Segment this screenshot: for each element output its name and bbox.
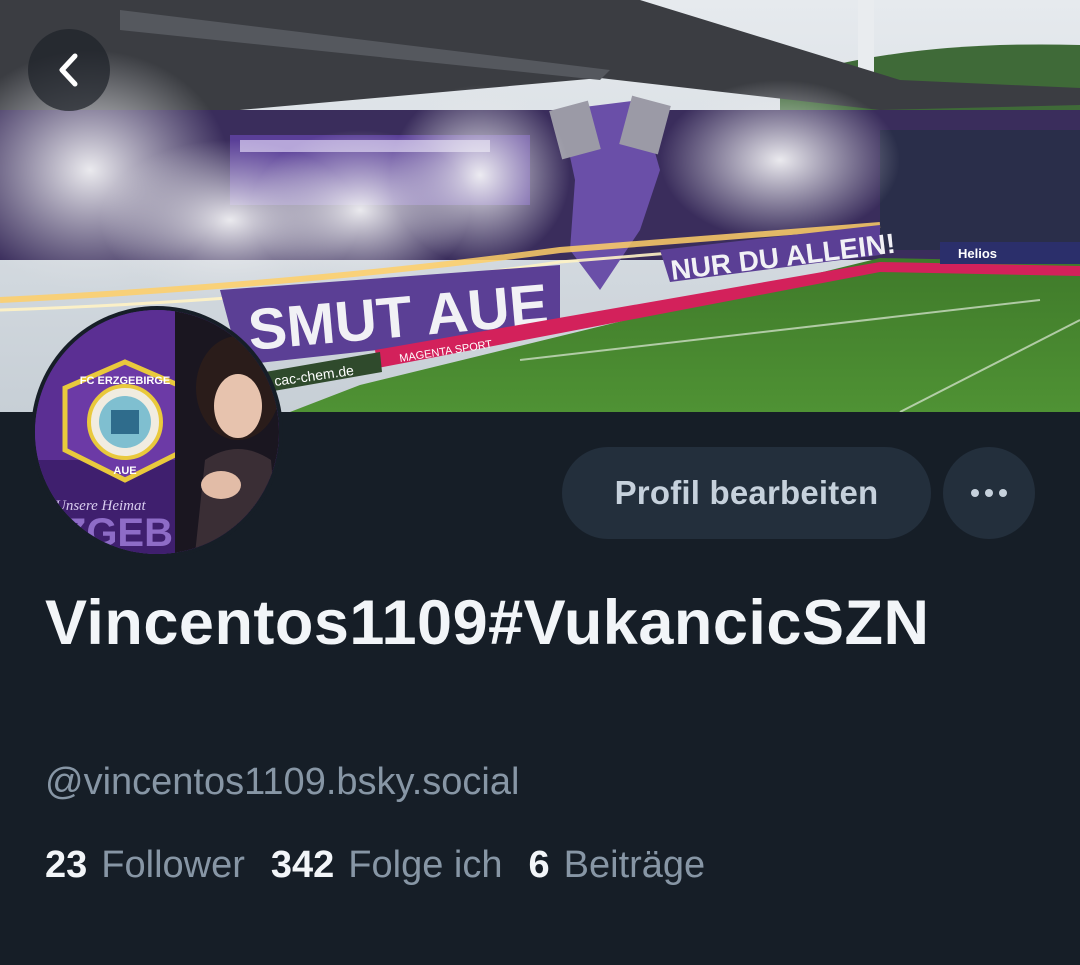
crest-top-text: FC ERZGEBIRGE bbox=[80, 375, 170, 387]
following-count: 342 bbox=[270, 844, 335, 886]
sponsor-helios-text: Helios bbox=[958, 246, 997, 261]
profile-handle: @vincentos1109.bsky.social bbox=[45, 761, 520, 803]
following-stat[interactable]: 342 Folge ich bbox=[271, 840, 503, 890]
display-name: Vincentos1109#VukancicSZN bbox=[45, 588, 930, 658]
profile-stats: 23 Follower 342 Folge ich 6 Beiträge bbox=[45, 840, 731, 890]
posts-count: 6 bbox=[528, 844, 550, 886]
avatar-image: FC ERZGEBIRGE AUE Unsere Heimat RZGEB bbox=[35, 310, 279, 554]
crest-bottom-text: AUE bbox=[113, 465, 136, 477]
edit-profile-button[interactable]: Profil bearbeiten bbox=[562, 447, 931, 539]
posts-stat: 6 Beiträge bbox=[529, 840, 706, 890]
chevron-left-icon bbox=[59, 53, 78, 87]
back-button[interactable] bbox=[28, 29, 110, 111]
following-label: Folge ich bbox=[348, 844, 503, 886]
followers-label: Follower bbox=[101, 844, 245, 886]
more-dots-icon bbox=[971, 489, 1007, 497]
avatar[interactable]: FC ERZGEBIRGE AUE Unsere Heimat RZGEB bbox=[31, 306, 283, 558]
followers-count: 23 bbox=[45, 844, 88, 886]
followers-stat[interactable]: 23 Follower bbox=[45, 840, 245, 890]
more-options-button[interactable] bbox=[943, 447, 1035, 539]
crest-lower-big: RZGEB bbox=[35, 511, 173, 554]
posts-label: Beiträge bbox=[563, 844, 706, 886]
fc-erzgebirge-crest-image: FC ERZGEBIRGE AUE Unsere Heimat RZGEB bbox=[35, 310, 279, 554]
